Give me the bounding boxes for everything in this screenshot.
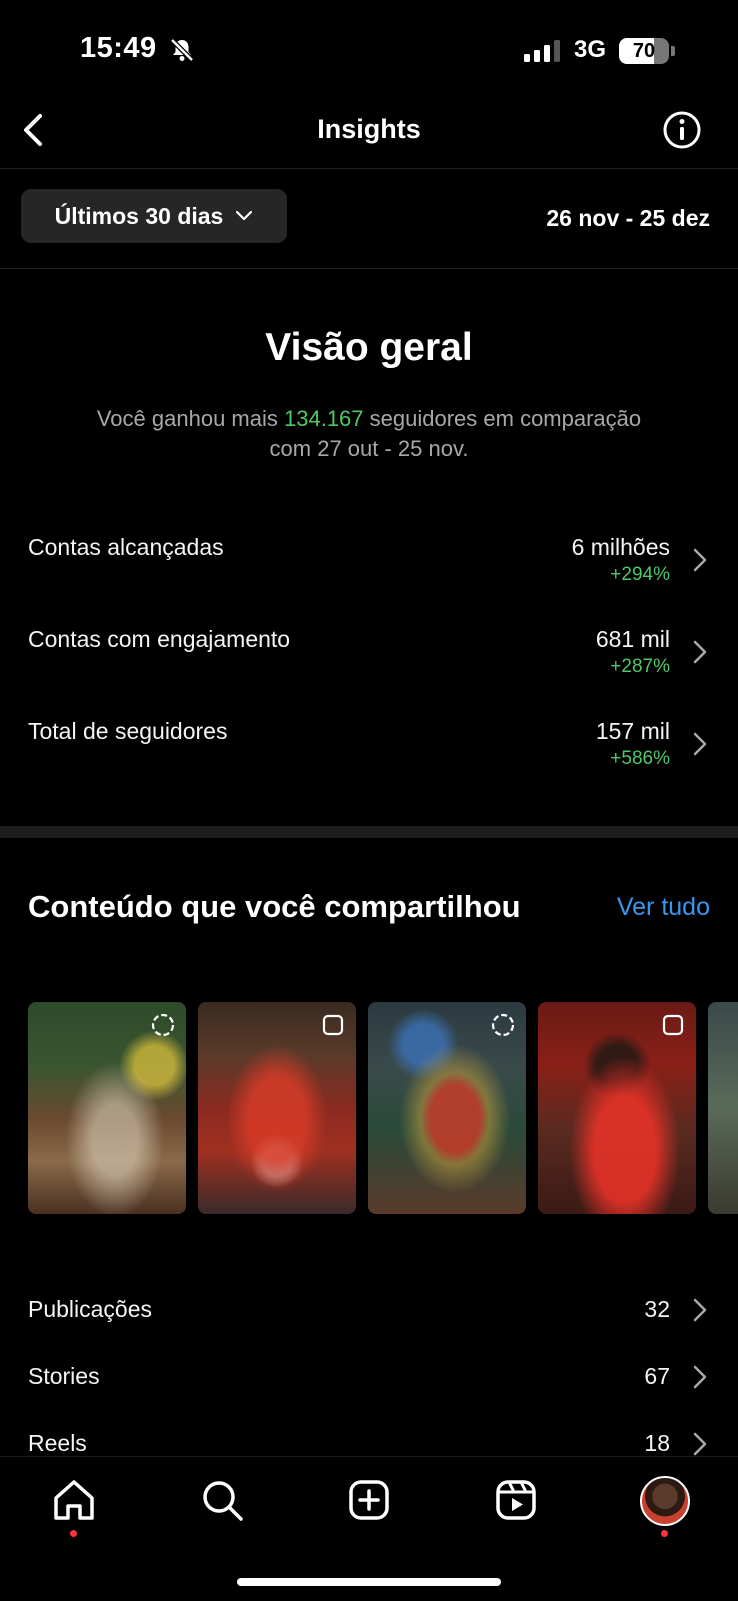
home-indicator [237,1578,501,1586]
content-thumbnail-partial[interactable] [708,1002,738,1214]
chevron-right-icon [693,1432,707,1456]
metric-row-engagement[interactable]: Contas com engajamento 681 mil +287% [0,612,738,682]
chevron-right-icon [693,1365,707,1389]
overview-desc-prefix: Você ganhou mais [96,406,278,431]
chevron-down-icon [236,210,253,221]
metric-row-reach[interactable]: Contas alcançadas 6 milhões +294% [0,520,738,590]
profile-notification-dot [661,1530,668,1537]
home-notification-dot [70,1530,77,1537]
metric-value: 157 mil [595,718,670,744]
content-thumbnail[interactable] [198,1002,356,1214]
date-range-selector[interactable]: Últimos 30 dias [21,189,287,243]
reels-icon[interactable] [492,1476,540,1524]
metric-label: Total de seguidores [28,718,228,744]
range-divider [0,268,738,269]
list-value: 32 [644,1296,670,1322]
bell-slash-icon [170,38,194,62]
page-title: Insights [317,114,421,144]
story-ring-icon [151,1013,175,1037]
chevron-right-icon [693,732,707,756]
square-icon [322,1014,344,1036]
metric-change: +294% [610,564,670,585]
content-thumbnail[interactable] [538,1002,696,1214]
signal-icon [524,40,560,62]
list-value: 67 [644,1363,670,1389]
chevron-right-icon [693,640,707,664]
metric-label: Contas com engajamento [28,626,291,652]
battery-icon: 70 [619,38,675,64]
network-type: 3G [574,36,607,63]
search-icon[interactable] [198,1476,246,1524]
metric-label: Contas alcançadas [28,534,224,560]
date-range-label: Últimos 30 dias [54,202,224,229]
date-range-dates: 26 nov - 25 dez [546,205,710,231]
story-ring-icon [491,1013,515,1037]
status-time: 15:49 [80,32,157,64]
overview-description: Você ganhou mais 134.167 seguidores em c… [40,404,698,464]
list-row-posts[interactable]: Publicações 32 [0,1288,738,1332]
chevron-right-icon [693,548,707,572]
home-icon[interactable] [50,1476,98,1524]
overview-follower-gain: 134.167 [284,406,364,431]
overview-desc-suffix: seguidores em comparação [369,406,642,431]
section-divider [0,826,738,838]
metric-value: 681 mil [595,626,670,652]
info-icon[interactable] [662,110,702,150]
content-thumbnail[interactable] [368,1002,526,1214]
metric-value: 6 milhões [571,534,670,560]
metric-change: +586% [610,748,670,769]
list-label: Reels [28,1430,87,1456]
create-icon[interactable] [345,1476,393,1524]
battery-level: 70 [632,40,656,62]
content-thumbnail[interactable] [28,1002,186,1214]
metric-change: +287% [610,656,670,677]
chevron-right-icon [693,1298,707,1322]
overview-title: Visão geral [265,326,473,369]
metric-row-followers[interactable]: Total de seguidores 157 mil +586% [0,704,738,774]
list-row-stories[interactable]: Stories 67 [0,1355,738,1399]
square-icon [662,1014,684,1036]
profile-avatar[interactable] [640,1476,690,1526]
header-divider [0,168,738,169]
list-label: Publicações [28,1296,153,1322]
list-value: 18 [644,1430,670,1456]
list-label: Stories [28,1363,100,1389]
content-section-title: Conteúdo que você compartilhou [28,889,521,924]
see-all-link[interactable]: Ver tudo [617,893,710,922]
overview-desc-comparison: com 27 out - 25 nov. [269,436,469,461]
